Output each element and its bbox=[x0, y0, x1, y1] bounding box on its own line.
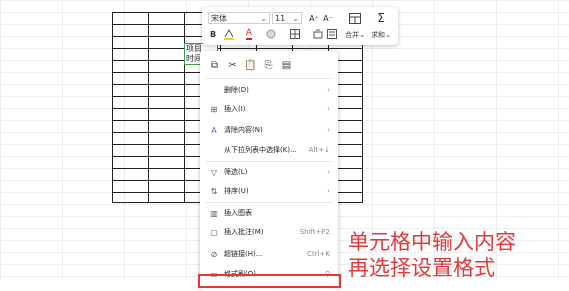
chevron-right-icon: › bbox=[327, 187, 330, 195]
comment-icon: ▢ bbox=[210, 227, 218, 237]
bold-button[interactable]: B bbox=[208, 28, 218, 40]
menu-item-hyperlink[interactable]: ⊘ 超链接(H)... Ctrl+K bbox=[200, 245, 338, 263]
menu-divider bbox=[206, 161, 332, 162]
merge-label: 合并 bbox=[345, 31, 360, 39]
chevron-right-icon: › bbox=[327, 86, 330, 94]
annotation-line-2: 再选择设置格式 bbox=[348, 256, 495, 280]
menu-item-delete[interactable]: 删除(D) › bbox=[200, 81, 338, 99]
eraser-icon: A bbox=[211, 125, 217, 135]
chevron-right-icon: › bbox=[327, 168, 330, 176]
menu-item-insert-comment[interactable]: ▢ 插入批注(M) Shift+F2 bbox=[200, 223, 338, 241]
font-color-icon[interactable]: A bbox=[242, 28, 256, 40]
chevron-down-icon: ⌄ bbox=[359, 31, 365, 39]
menu-item-insert[interactable]: ⊞ 插入(I) › bbox=[200, 100, 338, 118]
paste-special-icon[interactable]: ⎘ bbox=[262, 59, 275, 72]
paste-values-icon[interactable]: ▤ bbox=[280, 59, 293, 72]
menu-item-label: 筛选(L) bbox=[224, 168, 248, 176]
shortcut-label: Shift+F2 bbox=[299, 228, 330, 236]
font-name-value: 宋体 bbox=[211, 13, 227, 23]
sum-label: 求和 bbox=[371, 31, 386, 39]
chevron-right-icon: › bbox=[327, 105, 330, 113]
filter-icon: ▽ bbox=[210, 167, 218, 177]
menu-item-insert-chart[interactable]: ▥ 插入图表 bbox=[200, 204, 338, 222]
link-icon: ⊘ bbox=[210, 249, 218, 259]
chevron-right-icon: › bbox=[327, 126, 330, 134]
menu-divider bbox=[206, 78, 332, 79]
borders-icon[interactable] bbox=[288, 28, 302, 40]
menu-item-pick-from-dropdown[interactable]: 从下拉列表中选择(K)... Alt+↓ bbox=[200, 141, 338, 159]
merge-button[interactable]: 合并 ⌄ bbox=[345, 29, 365, 41]
insert-icon: ⊞ bbox=[210, 104, 218, 114]
menu-item-label: 插入批注(M) bbox=[224, 228, 264, 236]
menu-item-label: 插入(I) bbox=[224, 105, 246, 113]
cut-icon[interactable]: ✂ bbox=[226, 59, 239, 72]
menu-item-sort[interactable]: ⇅ 排序(U) › bbox=[200, 182, 338, 200]
font-size-select[interactable]: 11 ⌄ bbox=[272, 12, 302, 24]
chart-icon: ▥ bbox=[210, 208, 218, 218]
menu-item-label: 清除内容(N) bbox=[224, 126, 263, 134]
sort-icon: ⇅ bbox=[210, 186, 218, 196]
shortcut-label: Ctrl+K bbox=[307, 250, 330, 258]
cell-style-icon[interactable] bbox=[326, 28, 338, 40]
font-name-select[interactable]: 宋体 ⌄ bbox=[208, 12, 270, 24]
decrease-font-button[interactable]: A⁻ bbox=[322, 12, 334, 24]
copy-icon[interactable]: ⧉ bbox=[208, 59, 221, 72]
paste-icon[interactable]: 📋 bbox=[244, 59, 257, 72]
font-size-value: 11 bbox=[275, 13, 286, 23]
table-icon[interactable] bbox=[348, 11, 362, 25]
sum-button[interactable]: 求和 ⌄ bbox=[371, 29, 391, 41]
clear-format-icon[interactable] bbox=[312, 28, 324, 40]
clipboard-icon-row: ⧉ ✂ 📋 ⎘ ▤ bbox=[208, 59, 293, 72]
floating-format-toolbar: 宋体 ⌄ 11 ⌄ A⁺ A⁻ Σ B A 合并 ⌄ 求和 ⌄ bbox=[202, 7, 398, 45]
menu-item-label: 删除(D) bbox=[224, 86, 249, 94]
chevron-down-icon: ⌄ bbox=[260, 13, 267, 23]
shortcut-label: Alt+↓ bbox=[308, 146, 330, 154]
chevron-down-icon: ⌄ bbox=[385, 31, 391, 39]
menu-item-label: 超链接(H)... bbox=[224, 250, 263, 258]
menu-item-label: 从下拉列表中选择(K)... bbox=[224, 146, 297, 154]
highlight-color-icon[interactable] bbox=[222, 28, 236, 40]
fill-color-icon[interactable] bbox=[264, 28, 278, 40]
chevron-down-icon: ⌄ bbox=[292, 13, 299, 23]
menu-item-label: 插入图表 bbox=[224, 209, 252, 217]
menu-item-label: 排序(U) bbox=[224, 187, 249, 195]
menu-item-clear-content[interactable]: A 清除内容(N) › bbox=[200, 121, 338, 139]
increase-font-button[interactable]: A⁺ bbox=[308, 12, 320, 24]
red-highlight-box bbox=[198, 274, 341, 288]
menu-item-filter[interactable]: ▽ 筛选(L) › bbox=[200, 163, 338, 181]
menu-divider bbox=[206, 202, 332, 203]
annotation-line-1: 单元格中输入内容 bbox=[348, 230, 516, 254]
context-menu: ⧉ ✂ 📋 ⎘ ▤ 删除(D) › ⊞ 插入(I) › A 清除内容(N) › … bbox=[200, 51, 338, 291]
sum-icon[interactable]: Σ bbox=[374, 11, 388, 25]
